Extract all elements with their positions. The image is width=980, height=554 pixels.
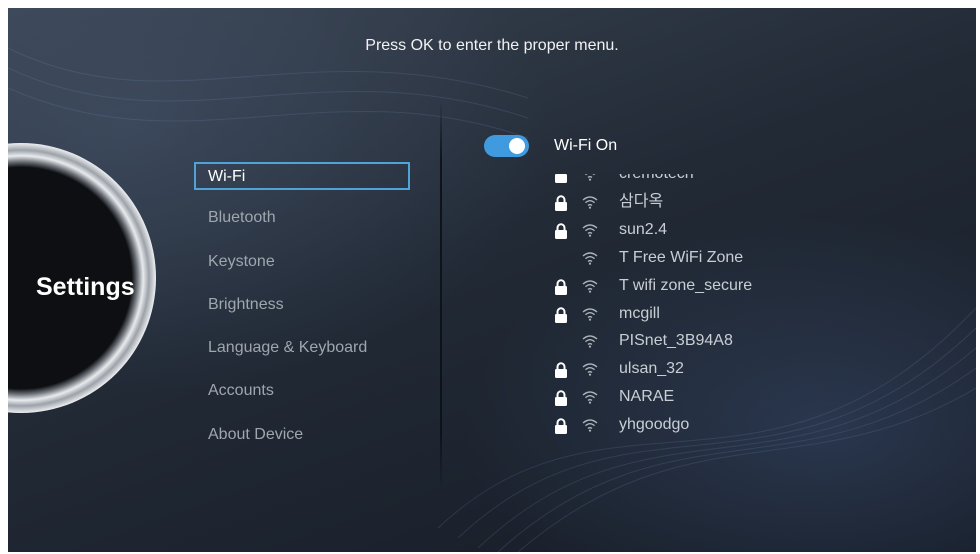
menu-item-accounts[interactable]: Accounts	[194, 378, 410, 406]
lock-icon	[554, 223, 568, 239]
page-title: Settings	[36, 273, 135, 301]
menu-item-about-device[interactable]: About Device	[194, 422, 410, 450]
menu-item-wifi[interactable]: Wi-Fi	[194, 162, 410, 190]
instruction-text: Press OK to enter the proper menu.	[365, 37, 619, 54]
network-row[interactable]: T wifi zone_secure	[544, 272, 904, 300]
wifi-signal-icon	[582, 307, 598, 321]
network-ssid: sun2.4	[619, 220, 668, 238]
menu-item-bluetooth[interactable]: Bluetooth	[194, 205, 410, 233]
wifi-toggle-switch[interactable]	[484, 135, 529, 157]
wifi-toggle-label: Wi-Fi On	[554, 137, 618, 154]
wifi-signal-icon	[582, 195, 598, 209]
network-row[interactable]: PISnet_3B94A8	[544, 327, 904, 355]
wifi-signal-icon	[582, 390, 598, 404]
network-ssid: T Free WiFi Zone	[619, 248, 744, 266]
network-row[interactable]: mcgill	[544, 300, 904, 328]
network-row[interactable]: T Free WiFi Zone	[544, 244, 904, 272]
lock-icon	[554, 362, 568, 379]
menu-item-keystone[interactable]: Keystone	[194, 249, 410, 277]
lock-icon	[554, 390, 568, 407]
lock-icon	[554, 418, 568, 435]
wifi-signal-icon	[582, 223, 598, 237]
lock-icon	[554, 278, 568, 295]
network-row[interactable]: NARAE	[544, 383, 904, 411]
network-ssid: mcgill	[619, 304, 660, 322]
network-ssid: yhgoodgo	[619, 416, 690, 434]
panel-divider	[440, 100, 442, 490]
wifi-signal-icon	[582, 251, 598, 265]
menu-item-language-keyboard[interactable]: Language & Keyboard	[194, 335, 410, 363]
network-row[interactable]: yhgoodgo	[544, 411, 904, 439]
lock-icon	[554, 195, 568, 211]
network-list[interactable]: cremotech 삼다옥 sun2.4 T Free WiFi Zone T wifi…	[544, 174, 904, 454]
network-ssid: cremotech	[619, 174, 694, 184]
lock-icon	[554, 306, 568, 323]
tv-settings-screen: Press OK to enter the proper menu. Setti…	[8, 8, 976, 552]
menu-item-brightness[interactable]: Brightness	[194, 292, 410, 320]
wifi-signal-icon	[582, 174, 598, 181]
wifi-signal-icon	[582, 418, 598, 432]
network-row[interactable]: cremotech	[544, 174, 904, 188]
network-row[interactable]: sun2.4	[544, 216, 904, 244]
wifi-signal-icon	[582, 362, 598, 376]
wifi-signal-icon	[582, 279, 598, 293]
network-ssid: T wifi zone_secure	[619, 276, 753, 294]
lock-icon	[554, 174, 568, 183]
network-ssid: ulsan_32	[619, 360, 684, 378]
network-ssid: 삼다옥	[619, 192, 664, 210]
network-row[interactable]: 삼다옥	[544, 188, 904, 216]
network-row[interactable]: ulsan_32	[544, 355, 904, 383]
wifi-signal-icon	[582, 334, 598, 349]
network-ssid: PISnet_3B94A8	[619, 332, 733, 350]
network-ssid: NARAE	[619, 388, 675, 406]
toggle-knob	[509, 138, 525, 154]
